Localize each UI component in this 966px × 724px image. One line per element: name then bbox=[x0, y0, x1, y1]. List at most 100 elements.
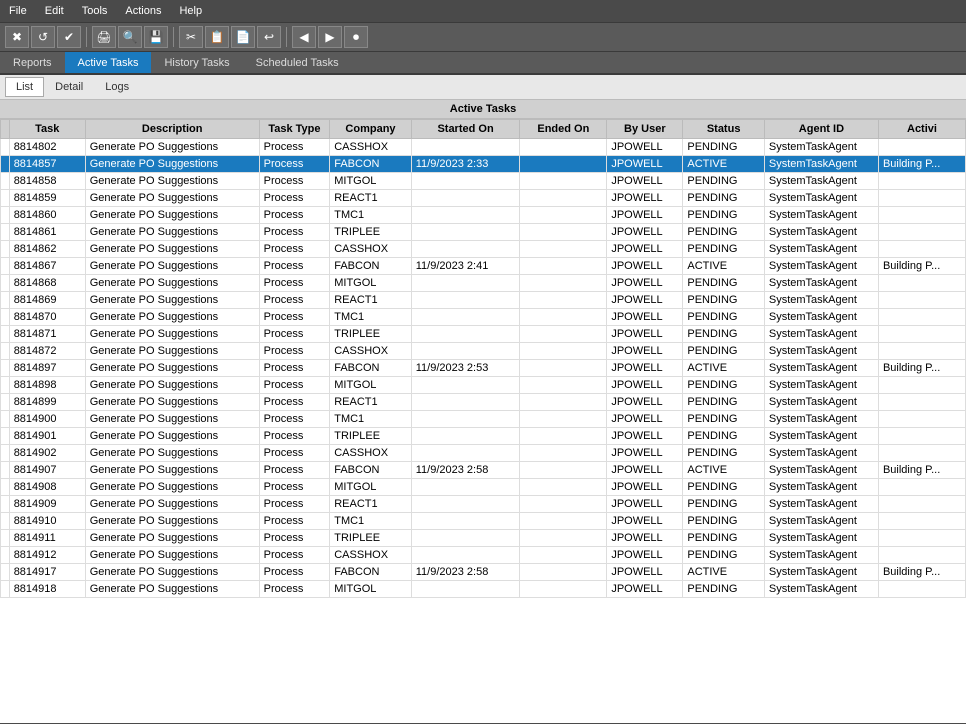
table-row[interactable]: 8814871Generate PO SuggestionsProcessTRI… bbox=[1, 326, 966, 343]
table-row[interactable]: 8814911Generate PO SuggestionsProcessTRI… bbox=[1, 530, 966, 547]
table-row[interactable]: 8814912Generate PO SuggestionsProcessCAS… bbox=[1, 547, 966, 564]
description-cell: Generate PO Suggestions bbox=[85, 530, 259, 547]
task-number-cell: 8814898 bbox=[9, 377, 85, 394]
table-row[interactable]: 8814861Generate PO SuggestionsProcessTRI… bbox=[1, 224, 966, 241]
col-header-description[interactable]: Description bbox=[85, 120, 259, 139]
status-cell: PENDING bbox=[683, 581, 765, 598]
table-row[interactable]: 8814902Generate PO SuggestionsProcessCAS… bbox=[1, 445, 966, 462]
toolbar-undo[interactable]: ↩ bbox=[257, 26, 281, 48]
sub-tab-detail[interactable]: Detail bbox=[44, 77, 94, 97]
row-indicator-cell bbox=[1, 224, 10, 241]
toolbar-close[interactable]: ✖ bbox=[5, 26, 29, 48]
by-user-cell: JPOWELL bbox=[607, 258, 683, 275]
table-row[interactable]: 8814858Generate PO SuggestionsProcessMIT… bbox=[1, 173, 966, 190]
status-cell: PENDING bbox=[683, 224, 765, 241]
company-cell: FABCON bbox=[330, 462, 412, 479]
started-on-cell: 11/9/2023 2:58 bbox=[411, 564, 520, 581]
task-type-cell: Process bbox=[259, 326, 330, 343]
table-row[interactable]: 8814899Generate PO SuggestionsProcessREA… bbox=[1, 394, 966, 411]
col-header-activi[interactable]: Activi bbox=[878, 120, 965, 139]
agent-id-cell: SystemTaskAgent bbox=[764, 343, 878, 360]
toolbar-copy[interactable]: 📋 bbox=[205, 26, 229, 48]
agent-id-cell: SystemTaskAgent bbox=[764, 462, 878, 479]
table-row[interactable]: 8814862Generate PO SuggestionsProcessCAS… bbox=[1, 241, 966, 258]
ended-on-cell bbox=[520, 564, 607, 581]
table-row[interactable]: 8814907Generate PO SuggestionsProcessFAB… bbox=[1, 462, 966, 479]
status-cell: PENDING bbox=[683, 445, 765, 462]
table-row[interactable]: 8814802Generate PO SuggestionsProcessCAS… bbox=[1, 139, 966, 156]
table-row[interactable]: 8814901Generate PO SuggestionsProcessTRI… bbox=[1, 428, 966, 445]
col-header-ended-on[interactable]: Ended On bbox=[520, 120, 607, 139]
table-row[interactable]: 8814898Generate PO SuggestionsProcessMIT… bbox=[1, 377, 966, 394]
table-row[interactable]: 8814867Generate PO SuggestionsProcessFAB… bbox=[1, 258, 966, 275]
table-row[interactable]: 8814910Generate PO SuggestionsProcessTMC… bbox=[1, 513, 966, 530]
started-on-cell bbox=[411, 241, 520, 258]
table-row[interactable]: 8814897Generate PO SuggestionsProcessFAB… bbox=[1, 360, 966, 377]
table-row[interactable]: 8814868Generate PO SuggestionsProcessMIT… bbox=[1, 275, 966, 292]
menu-edit[interactable]: Edit bbox=[41, 3, 68, 19]
table-row[interactable]: 8814859Generate PO SuggestionsProcessREA… bbox=[1, 190, 966, 207]
toolbar-save[interactable]: 💾 bbox=[144, 26, 168, 48]
col-header-started-on[interactable]: Started On bbox=[411, 120, 520, 139]
row-indicator-cell bbox=[1, 530, 10, 547]
menu-help[interactable]: Help bbox=[175, 3, 206, 19]
agent-id-cell: SystemTaskAgent bbox=[764, 326, 878, 343]
task-number-cell: 8814870 bbox=[9, 309, 85, 326]
toolbar-check[interactable]: ✔ bbox=[57, 26, 81, 48]
started-on-cell bbox=[411, 513, 520, 530]
task-type-cell: Process bbox=[259, 241, 330, 258]
started-on-cell bbox=[411, 547, 520, 564]
company-cell: CASSHOX bbox=[330, 241, 412, 258]
table-container[interactable]: Task Description Task Type Company Start… bbox=[0, 119, 966, 723]
tasks-table: Task Description Task Type Company Start… bbox=[0, 119, 966, 598]
sub-tab-list[interactable]: List bbox=[5, 77, 44, 97]
col-header-by-user[interactable]: By User bbox=[607, 120, 683, 139]
table-row[interactable]: 8814869Generate PO SuggestionsProcessREA… bbox=[1, 292, 966, 309]
ended-on-cell bbox=[520, 156, 607, 173]
activi-cell bbox=[878, 224, 965, 241]
menu-tools[interactable]: Tools bbox=[78, 3, 112, 19]
description-cell: Generate PO Suggestions bbox=[85, 292, 259, 309]
tab-reports[interactable]: Reports bbox=[0, 52, 65, 73]
table-row[interactable]: 8814870Generate PO SuggestionsProcessTMC… bbox=[1, 309, 966, 326]
col-header-task-type[interactable]: Task Type bbox=[259, 120, 330, 139]
tab-history-tasks[interactable]: History Tasks bbox=[151, 52, 242, 73]
row-indicator-cell bbox=[1, 547, 10, 564]
toolbar-print[interactable]: 🖨 bbox=[92, 26, 116, 48]
row-indicator-cell bbox=[1, 241, 10, 258]
toolbar-cut[interactable]: ✂ bbox=[179, 26, 203, 48]
table-row[interactable]: 8814908Generate PO SuggestionsProcessMIT… bbox=[1, 479, 966, 496]
company-cell: TMC1 bbox=[330, 309, 412, 326]
tab-active-tasks[interactable]: Active Tasks bbox=[65, 52, 152, 73]
toolbar-forward[interactable]: ▶ bbox=[318, 26, 342, 48]
row-indicator-cell bbox=[1, 394, 10, 411]
sub-tab-logs[interactable]: Logs bbox=[94, 77, 140, 97]
table-row[interactable]: 8814909Generate PO SuggestionsProcessREA… bbox=[1, 496, 966, 513]
col-header-status[interactable]: Status bbox=[683, 120, 765, 139]
table-row[interactable]: 8814872Generate PO SuggestionsProcessCAS… bbox=[1, 343, 966, 360]
row-indicator-cell: ▶ bbox=[1, 156, 10, 173]
ended-on-cell bbox=[520, 190, 607, 207]
col-header-company[interactable]: Company bbox=[330, 120, 412, 139]
status-cell: PENDING bbox=[683, 343, 765, 360]
company-cell: FABCON bbox=[330, 360, 412, 377]
col-header-agent-id[interactable]: Agent ID bbox=[764, 120, 878, 139]
toolbar-refresh[interactable]: ↺ bbox=[31, 26, 55, 48]
table-row[interactable]: 8814900Generate PO SuggestionsProcessTMC… bbox=[1, 411, 966, 428]
toolbar-search[interactable]: 🔍 bbox=[118, 26, 142, 48]
table-row[interactable]: 8814860Generate PO SuggestionsProcessTMC… bbox=[1, 207, 966, 224]
description-cell: Generate PO Suggestions bbox=[85, 343, 259, 360]
table-row[interactable]: ▶8814857Generate PO SuggestionsProcessFA… bbox=[1, 156, 966, 173]
task-type-cell: Process bbox=[259, 309, 330, 326]
menu-actions[interactable]: Actions bbox=[121, 3, 165, 19]
table-row[interactable]: 8814917Generate PO SuggestionsProcessFAB… bbox=[1, 564, 966, 581]
status-cell: PENDING bbox=[683, 173, 765, 190]
ended-on-cell bbox=[520, 377, 607, 394]
table-row[interactable]: 8814918Generate PO SuggestionsProcessMIT… bbox=[1, 581, 966, 598]
col-header-task[interactable]: Task bbox=[9, 120, 85, 139]
menu-file[interactable]: File bbox=[5, 3, 31, 19]
toolbar-record[interactable]: ⏺ bbox=[344, 26, 368, 48]
toolbar-paste[interactable]: 📄 bbox=[231, 26, 255, 48]
tab-scheduled-tasks[interactable]: Scheduled Tasks bbox=[243, 52, 352, 73]
toolbar-back[interactable]: ◀ bbox=[292, 26, 316, 48]
